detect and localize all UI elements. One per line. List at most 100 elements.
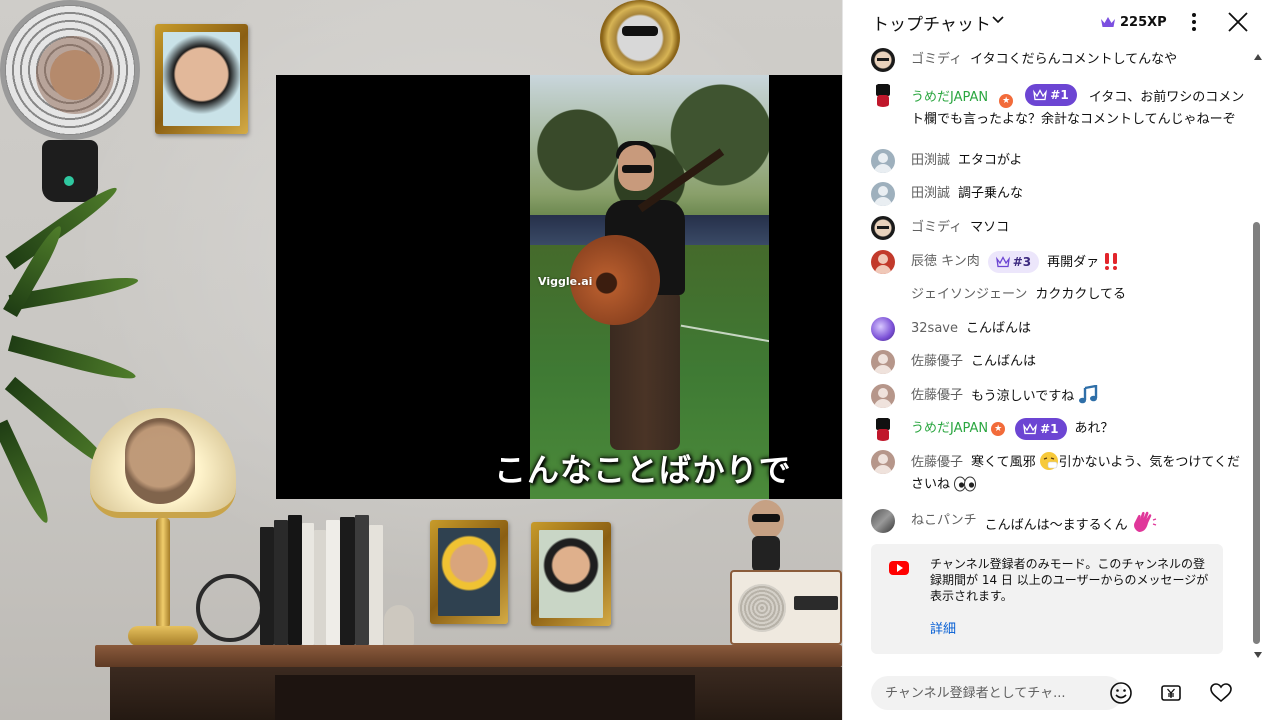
book <box>274 520 288 645</box>
author-name[interactable]: 佐藤優子 <box>911 385 963 407</box>
author-name[interactable]: 田渕誠 <box>911 150 950 172</box>
speaker-grill <box>738 584 786 632</box>
author-avatar[interactable] <box>871 83 895 107</box>
author-avatar[interactable] <box>871 250 895 274</box>
live-chat-panel: トップチャット 225XP ゴミディ イタコくだらんコメントしてんなや うめだJ… <box>842 0 1280 720</box>
super-chat-icon[interactable] <box>1155 677 1187 709</box>
embedded-video-content: Viggle.ai <box>530 75 769 499</box>
author-name[interactable]: ゴミディ <box>911 217 962 239</box>
message-text: イタコくだらんコメントしてんなや <box>970 52 1178 67</box>
lamp-stem <box>156 518 170 628</box>
crown-icon <box>1023 423 1038 435</box>
chat-message: 32save こんばんは <box>871 317 1251 341</box>
scrollbar-thumb[interactable] <box>1253 222 1260 644</box>
author-name[interactable]: ゴミディ <box>911 49 962 71</box>
emoji-icon[interactable] <box>1105 677 1137 709</box>
star-badge-icon: ★ <box>991 422 1006 436</box>
video-caption: こんなことばかりで <box>494 451 792 489</box>
framed-portrait-3 <box>531 522 611 626</box>
chat-message: 佐藤優子 寒くて風邪 引かないよう、気をつけてくださいね <box>871 450 1251 496</box>
waving-hand-icon <box>1133 511 1156 532</box>
stream-video-player[interactable]: Viggle.ai こんなことばかりで <box>0 0 842 720</box>
desk-fan-image <box>0 0 140 140</box>
framed-portrait-2 <box>430 520 508 624</box>
message-text: こんばんは <box>965 321 1031 336</box>
chat-input[interactable] <box>871 676 1123 710</box>
rank-badge: #1 <box>1015 418 1067 440</box>
viggle-watermark: Viggle.ai <box>538 275 593 288</box>
author-avatar[interactable] <box>871 149 895 173</box>
crown-icon <box>995 256 1010 268</box>
chat-message: うめだJAPAN ★ #1 イタコ、お前ワシのコメント欄でも言ったよな？余計なコメ… <box>871 83 1251 131</box>
decor-bowl <box>196 574 264 642</box>
author-name[interactable]: ねこパンチ <box>911 510 977 532</box>
message-text: こんばんは <box>971 354 1037 369</box>
details-link[interactable]: 詳細 <box>930 618 956 637</box>
author-name[interactable]: 田渕誠 <box>911 183 950 205</box>
message-text: 調子乗んな <box>958 186 1024 201</box>
author-name[interactable]: 32save <box>911 318 958 340</box>
xp-badge[interactable]: 225XP <box>1100 10 1167 34</box>
scroll-up-arrow[interactable] <box>1254 54 1262 60</box>
author-name[interactable]: 佐藤優子 <box>911 351 963 373</box>
author-avatar[interactable] <box>871 417 895 441</box>
author-avatar[interactable] <box>871 216 895 240</box>
crown-icon <box>1033 89 1048 101</box>
lamp-face-overlay <box>125 418 195 504</box>
rank-badge: #1 <box>1025 84 1077 106</box>
lamp-base <box>128 626 198 646</box>
figurine-body <box>752 536 780 572</box>
xp-value: 225XP <box>1120 14 1167 30</box>
wooden-shelf <box>95 645 842 667</box>
author-avatar[interactable] <box>871 317 895 341</box>
author-avatar[interactable] <box>871 384 895 408</box>
author-avatar[interactable] <box>871 182 895 206</box>
book <box>302 523 314 645</box>
author-avatar[interactable] <box>871 509 895 533</box>
chat-message: 田渕誠 調子乗んな <box>871 182 1251 206</box>
book <box>355 515 369 645</box>
chevron-down-icon[interactable] <box>991 12 1005 30</box>
author-avatar[interactable] <box>871 450 895 474</box>
message-text: もう涼しいですね <box>971 389 1075 404</box>
message-text: エタコがよ <box>958 153 1023 168</box>
author-name[interactable]: 辰徳 キン肉 <box>911 251 980 273</box>
rank-badge: #3 <box>987 251 1040 273</box>
author-avatar[interactable] <box>871 283 895 307</box>
chat-header: トップチャット 225XP <box>843 0 1280 44</box>
message-text: カクカクしてる <box>1035 287 1126 302</box>
chat-mode-title[interactable]: トップチャット <box>872 10 991 35</box>
chat-message: 田渕誠 エタコがよ <box>871 149 1251 173</box>
portrait-sunglasses <box>622 26 658 36</box>
speaker-display <box>794 596 838 610</box>
star-badge-icon: ★ <box>999 94 1014 108</box>
chat-message: 佐藤優子 こんばんは <box>871 350 1251 374</box>
chat-message: ねこパンチ こんばんは～まするくん <box>871 509 1251 537</box>
notice-text: チャンネル登録者のみモード。このチャンネルの登録期間が 14 日 以上のユーザー… <box>930 557 1209 603</box>
rank-label: #1 <box>1050 88 1069 102</box>
author-name[interactable]: うめだJAPAN <box>911 418 988 440</box>
author-name[interactable]: うめだJAPAN <box>911 90 988 105</box>
author-name[interactable]: ジェイソンジェーン <box>911 284 1027 306</box>
author-name[interactable]: 佐藤優子 <box>911 455 963 470</box>
sneezing-face-icon <box>1039 452 1058 470</box>
bookend <box>384 605 414 645</box>
music-note-icon <box>1079 385 1098 404</box>
book <box>260 527 274 645</box>
chat-message: ゴミディ イタコくだらんコメントしてんなや <box>871 48 1251 72</box>
heart-icon[interactable] <box>1205 677 1237 709</box>
more-options-icon[interactable] <box>1188 10 1200 34</box>
book <box>288 515 302 645</box>
rank-label: #1 <box>1040 422 1059 436</box>
book <box>369 525 383 645</box>
fan-led <box>64 176 74 186</box>
scroll-down-arrow[interactable] <box>1254 652 1262 658</box>
author-avatar[interactable] <box>871 350 895 374</box>
eyes-icon <box>954 476 977 492</box>
close-icon[interactable] <box>1224 8 1252 36</box>
subscribers-only-notice: チャンネル登録者のみモード。このチャンネルの登録期間が 14 日 以上のユーザー… <box>871 544 1223 654</box>
chat-message: 辰徳 キン肉 #3 再開ダァ <box>871 250 1251 274</box>
author-avatar[interactable] <box>871 48 895 72</box>
youtube-icon <box>889 561 909 575</box>
rank-label: #3 <box>1012 255 1032 269</box>
